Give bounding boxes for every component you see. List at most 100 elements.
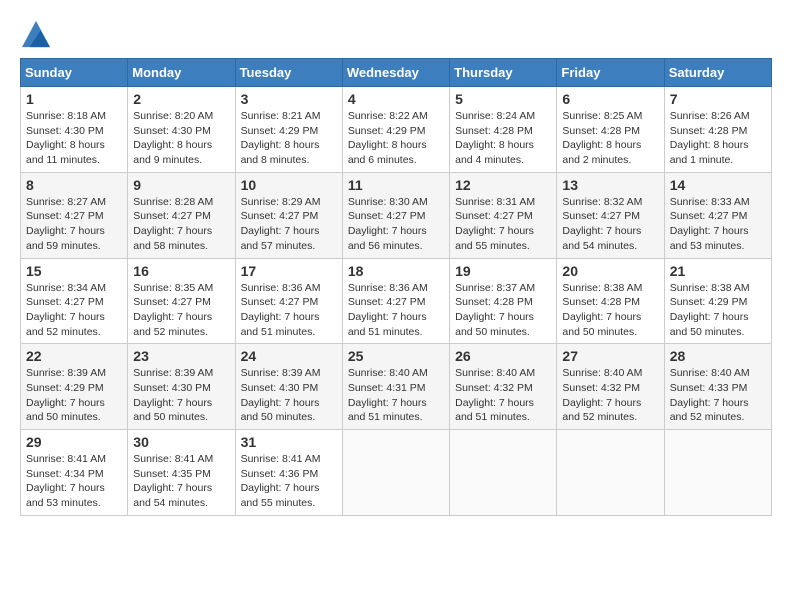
sunrise-label: Sunrise: 8:40 AM [348,367,428,379]
daylight-label: Daylight: 7 hours and 56 minutes. [348,225,427,252]
daylight-label: Daylight: 7 hours and 55 minutes. [241,482,320,509]
sunrise-label: Sunrise: 8:32 AM [562,196,642,208]
day-number: 30 [133,434,229,450]
sunrise-label: Sunrise: 8:41 AM [133,453,213,465]
daylight-label: Daylight: 7 hours and 50 minutes. [455,311,534,338]
day-info: Sunrise: 8:36 AM Sunset: 4:27 PM Dayligh… [348,281,444,340]
day-number: 17 [241,263,337,279]
daylight-label: Daylight: 7 hours and 54 minutes. [133,482,212,509]
sunrise-label: Sunrise: 8:37 AM [455,282,535,294]
calendar-cell: 21 Sunrise: 8:38 AM Sunset: 4:29 PM Dayl… [664,258,771,344]
day-number: 2 [133,91,229,107]
daylight-label: Daylight: 7 hours and 54 minutes. [562,225,641,252]
day-header-thursday: Thursday [450,59,557,87]
day-info: Sunrise: 8:18 AM Sunset: 4:30 PM Dayligh… [26,109,122,168]
day-number: 31 [241,434,337,450]
sunrise-label: Sunrise: 8:38 AM [562,282,642,294]
calendar-cell: 24 Sunrise: 8:39 AM Sunset: 4:30 PM Dayl… [235,344,342,430]
days-header-row: SundayMondayTuesdayWednesdayThursdayFrid… [21,59,772,87]
sunrise-label: Sunrise: 8:39 AM [133,367,213,379]
calendar-cell [342,430,449,516]
day-info: Sunrise: 8:40 AM Sunset: 4:33 PM Dayligh… [670,366,766,425]
day-info: Sunrise: 8:33 AM Sunset: 4:27 PM Dayligh… [670,195,766,254]
day-number: 18 [348,263,444,279]
daylight-label: Daylight: 7 hours and 50 minutes. [241,397,320,424]
calendar-cell: 27 Sunrise: 8:40 AM Sunset: 4:32 PM Dayl… [557,344,664,430]
daylight-label: Daylight: 7 hours and 50 minutes. [133,397,212,424]
day-number: 13 [562,177,658,193]
sunrise-label: Sunrise: 8:20 AM [133,110,213,122]
sunset-label: Sunset: 4:28 PM [562,125,640,137]
daylight-label: Daylight: 7 hours and 58 minutes. [133,225,212,252]
sunset-label: Sunset: 4:27 PM [241,210,319,222]
daylight-label: Daylight: 7 hours and 57 minutes. [241,225,320,252]
sunset-label: Sunset: 4:27 PM [670,210,748,222]
sunrise-label: Sunrise: 8:25 AM [562,110,642,122]
day-number: 23 [133,348,229,364]
sunrise-label: Sunrise: 8:41 AM [26,453,106,465]
day-header-monday: Monday [128,59,235,87]
sunrise-label: Sunrise: 8:39 AM [241,367,321,379]
sunrise-label: Sunrise: 8:24 AM [455,110,535,122]
day-info: Sunrise: 8:41 AM Sunset: 4:34 PM Dayligh… [26,452,122,511]
day-info: Sunrise: 8:29 AM Sunset: 4:27 PM Dayligh… [241,195,337,254]
sunset-label: Sunset: 4:28 PM [455,125,533,137]
day-info: Sunrise: 8:30 AM Sunset: 4:27 PM Dayligh… [348,195,444,254]
calendar-cell: 1 Sunrise: 8:18 AM Sunset: 4:30 PM Dayli… [21,87,128,173]
sunset-label: Sunset: 4:36 PM [241,468,319,480]
daylight-label: Daylight: 8 hours and 4 minutes. [455,139,534,166]
sunrise-label: Sunrise: 8:30 AM [348,196,428,208]
calendar-cell: 9 Sunrise: 8:28 AM Sunset: 4:27 PM Dayli… [128,172,235,258]
sunset-label: Sunset: 4:27 PM [241,296,319,308]
day-number: 16 [133,263,229,279]
sunset-label: Sunset: 4:27 PM [26,296,104,308]
day-number: 21 [670,263,766,279]
sunrise-label: Sunrise: 8:28 AM [133,196,213,208]
calendar-cell: 17 Sunrise: 8:36 AM Sunset: 4:27 PM Dayl… [235,258,342,344]
sunrise-label: Sunrise: 8:35 AM [133,282,213,294]
daylight-label: Daylight: 8 hours and 8 minutes. [241,139,320,166]
calendar-cell: 14 Sunrise: 8:33 AM Sunset: 4:27 PM Dayl… [664,172,771,258]
daylight-label: Daylight: 7 hours and 52 minutes. [133,311,212,338]
day-header-saturday: Saturday [664,59,771,87]
sunset-label: Sunset: 4:27 PM [133,296,211,308]
daylight-label: Daylight: 7 hours and 51 minutes. [348,311,427,338]
calendar-cell: 11 Sunrise: 8:30 AM Sunset: 4:27 PM Dayl… [342,172,449,258]
sunset-label: Sunset: 4:29 PM [348,125,426,137]
calendar-cell: 28 Sunrise: 8:40 AM Sunset: 4:33 PM Dayl… [664,344,771,430]
sunrise-label: Sunrise: 8:40 AM [562,367,642,379]
logo-text [20,20,50,48]
daylight-label: Daylight: 8 hours and 11 minutes. [26,139,105,166]
day-info: Sunrise: 8:39 AM Sunset: 4:29 PM Dayligh… [26,366,122,425]
sunrise-label: Sunrise: 8:41 AM [241,453,321,465]
calendar-cell: 22 Sunrise: 8:39 AM Sunset: 4:29 PM Dayl… [21,344,128,430]
sunset-label: Sunset: 4:30 PM [241,382,319,394]
sunset-label: Sunset: 4:28 PM [670,125,748,137]
day-header-friday: Friday [557,59,664,87]
day-info: Sunrise: 8:40 AM Sunset: 4:32 PM Dayligh… [562,366,658,425]
sunset-label: Sunset: 4:34 PM [26,468,104,480]
calendar-table: SundayMondayTuesdayWednesdayThursdayFrid… [20,58,772,516]
calendar-cell: 30 Sunrise: 8:41 AM Sunset: 4:35 PM Dayl… [128,430,235,516]
day-info: Sunrise: 8:38 AM Sunset: 4:29 PM Dayligh… [670,281,766,340]
daylight-label: Daylight: 7 hours and 55 minutes. [455,225,534,252]
calendar-cell [557,430,664,516]
calendar-cell: 10 Sunrise: 8:29 AM Sunset: 4:27 PM Dayl… [235,172,342,258]
calendar-cell: 6 Sunrise: 8:25 AM Sunset: 4:28 PM Dayli… [557,87,664,173]
week-row-1: 1 Sunrise: 8:18 AM Sunset: 4:30 PM Dayli… [21,87,772,173]
sunrise-label: Sunrise: 8:40 AM [455,367,535,379]
day-info: Sunrise: 8:28 AM Sunset: 4:27 PM Dayligh… [133,195,229,254]
daylight-label: Daylight: 7 hours and 52 minutes. [26,311,105,338]
daylight-label: Daylight: 7 hours and 52 minutes. [562,397,641,424]
week-row-2: 8 Sunrise: 8:27 AM Sunset: 4:27 PM Dayli… [21,172,772,258]
sunset-label: Sunset: 4:35 PM [133,468,211,480]
calendar-cell [664,430,771,516]
sunrise-label: Sunrise: 8:33 AM [670,196,750,208]
daylight-label: Daylight: 7 hours and 51 minutes. [241,311,320,338]
sunrise-label: Sunrise: 8:34 AM [26,282,106,294]
calendar-cell: 29 Sunrise: 8:41 AM Sunset: 4:34 PM Dayl… [21,430,128,516]
sunrise-label: Sunrise: 8:36 AM [348,282,428,294]
daylight-label: Daylight: 7 hours and 51 minutes. [455,397,534,424]
calendar-cell: 31 Sunrise: 8:41 AM Sunset: 4:36 PM Dayl… [235,430,342,516]
daylight-label: Daylight: 7 hours and 50 minutes. [562,311,641,338]
